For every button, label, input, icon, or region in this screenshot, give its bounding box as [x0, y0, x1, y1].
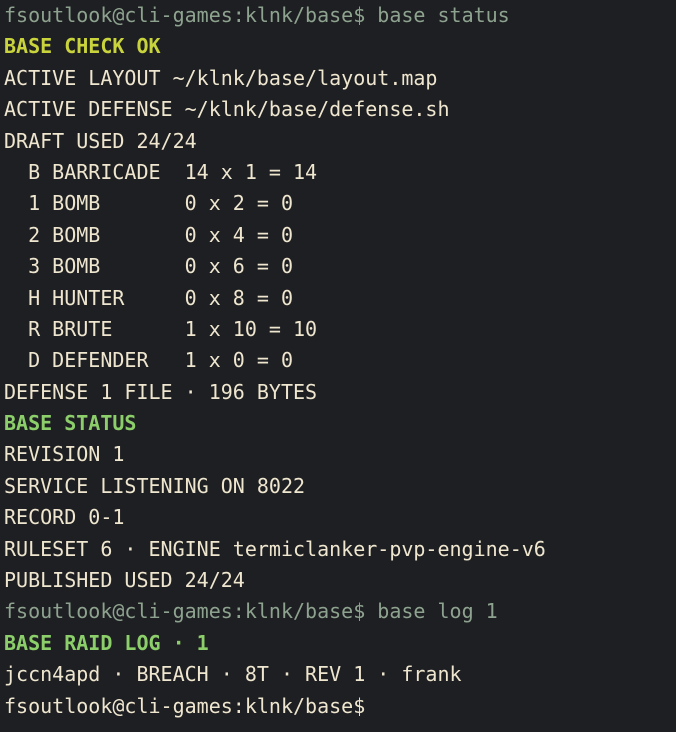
command-text: base log 1 — [365, 599, 498, 624]
command-line: fsoutlook@cli-games:klnk/base$ base log … — [4, 596, 676, 627]
shell-prompt: fsoutlook@cli-games:klnk/base$ — [4, 3, 366, 27]
draft-item-hunter: H HUNTER 0 x 8 = 0 — [4, 285, 293, 310]
raid-log-heading: BASE RAID LOG · 1 — [4, 630, 209, 655]
revision-line: REVISION 1 — [4, 442, 125, 467]
draft-item-brute: R BRUTE 1 x 10 = 10 — [4, 316, 318, 341]
ruleset-line: RULESET 6 · ENGINE termiclanker-pvp-engi… — [4, 536, 546, 561]
base-check-heading: BASE CHECK OK — [4, 34, 161, 59]
draft-item-bomb-1: 1 BOMB 0 x 2 = 0 — [4, 191, 293, 216]
shell-prompt: fsoutlook@cli-games:klnk/base$ — [4, 693, 366, 718]
defense-files-line: DEFENSE 1 FILE · 196 BYTES — [4, 379, 318, 404]
raid-log-entry: jccn4apd · BREACH · 8T · REV 1 · frank — [4, 662, 462, 687]
draft-item-barricade: B BARRICADE 14 x 1 = 14 — [4, 159, 318, 184]
service-line: SERVICE LISTENING ON 8022 — [4, 473, 306, 498]
active-defense-line: ACTIVE DEFENSE ~/klnk/base/defense.sh — [4, 97, 450, 122]
base-status-heading: BASE STATUS — [4, 411, 137, 436]
draft-item-defender: D DEFENDER 1 x 0 = 0 — [4, 348, 293, 373]
draft-item-bomb-2: 2 BOMB 0 x 4 = 0 — [4, 222, 293, 247]
draft-item-bomb-3: 3 BOMB 0 x 6 = 0 — [4, 254, 293, 279]
terminal-window[interactable]: fsoutlook@cli-games:klnk/base$ base stat… — [0, 0, 676, 732]
active-layout-line: ACTIVE LAYOUT ~/klnk/base/layout.map — [4, 65, 438, 90]
command-text: base status — [365, 3, 510, 27]
record-line: RECORD 0-1 — [4, 505, 125, 530]
shell-prompt: fsoutlook@cli-games:klnk/base$ — [4, 599, 366, 624]
published-used-line: PUBLISHED USED 24/24 — [4, 568, 245, 593]
draft-used-line: DRAFT USED 24/24 — [4, 128, 197, 153]
command-line: fsoutlook@cli-games:klnk/base$ base stat… — [4, 0, 676, 31]
active-input-line[interactable]: fsoutlook@cli-games:klnk/base$ — [4, 691, 676, 722]
